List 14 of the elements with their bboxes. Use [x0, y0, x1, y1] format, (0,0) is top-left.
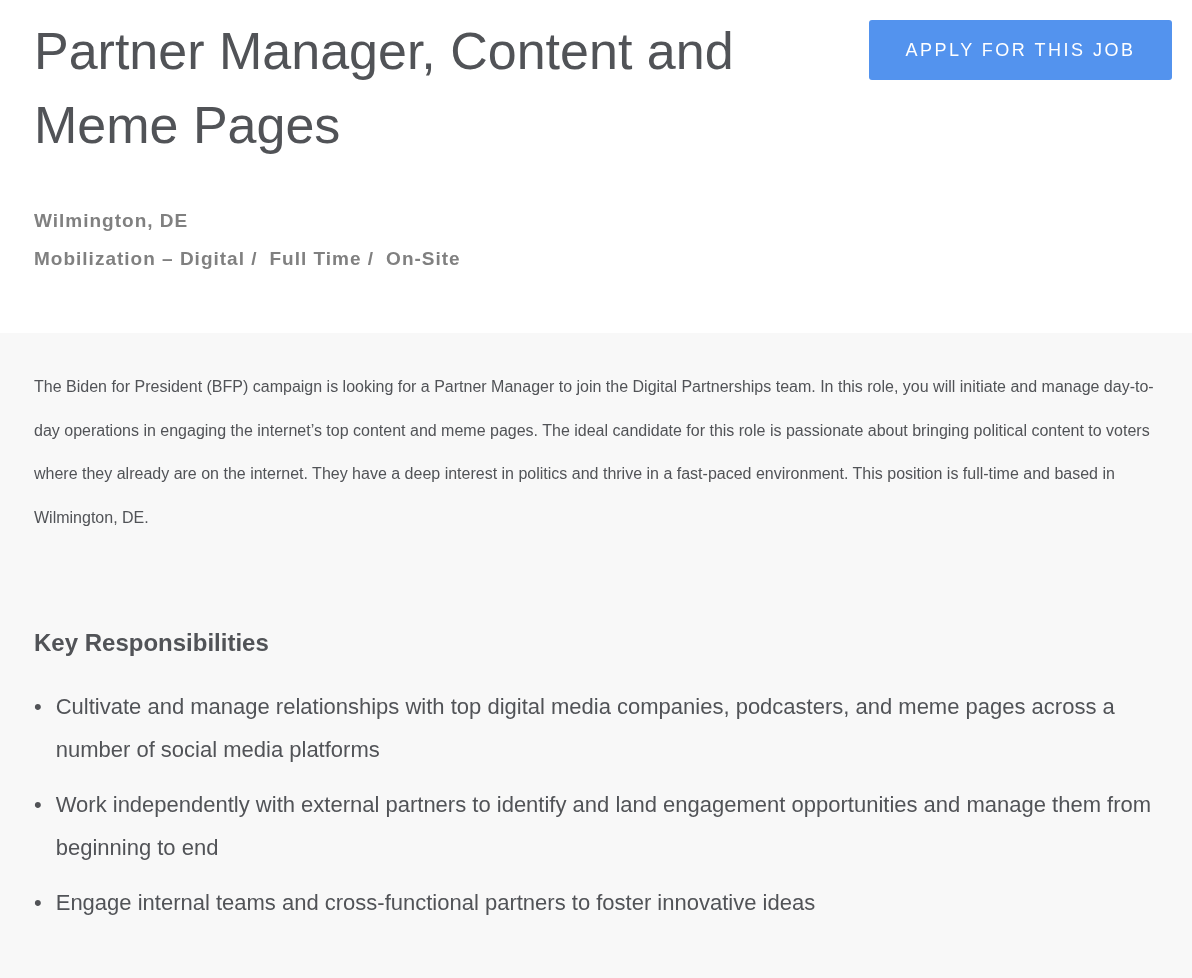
job-description: The Biden for President (BFP) campaign is looking for a Partner Manager to join the Digital Partnerships team. In this role, you will initiate and manage day-to-day operations in engaging the internet’s top content and meme pages. The ideal candidate for this role is passionate about bringing political content to voters where they already are on the internet. They have a deep interest in politics and thrive in a fast-paced environment. This position is full-time and based in Wilmington, DE.: [34, 377, 1155, 528]
responsibility-item: Cultivate and manage relationships with top digital media companies, podcasters, and meme pages across a number of social media platforms: [55, 693, 1116, 764]
section-heading: Key Responsibilities: [34, 629, 270, 657]
bullet: •: [34, 791, 42, 819]
responsibility-item: Work independently with external partners to identify and land engagement opportunities and manage them from beginning to end: [55, 791, 1153, 862]
bullet: •: [34, 889, 42, 917]
job-category: On-Site: [386, 248, 461, 270]
responsibility-item: Engage internal teams and cross-functional partners to foster innovative ideas: [55, 889, 817, 917]
apply-button[interactable]: APPLY FOR THIS JOB: [869, 20, 1172, 80]
bullet: •: [34, 693, 42, 721]
job-location: Wilmington, DE: [34, 210, 190, 232]
job-category: Mobilization – Digital /: [34, 248, 258, 270]
job-category: Full Time /: [269, 248, 375, 270]
job-title: Partner Manager, Content and Meme Pages: [34, 21, 735, 156]
